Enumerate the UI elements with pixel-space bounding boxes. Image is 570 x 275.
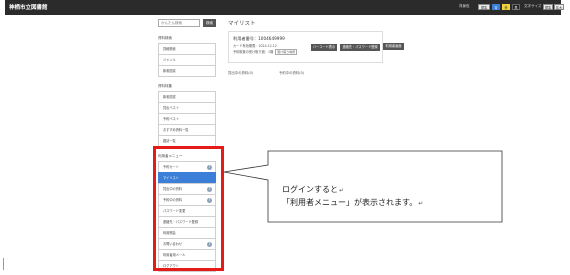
- callout-text: ログインすると↵ 「利用者メニュー」が表示されます。↵: [282, 184, 423, 210]
- return-mark-icon: ↵: [418, 200, 424, 207]
- callout-line-2: 「利用者メニュー」が表示されます。↵: [282, 198, 424, 207]
- callout-line-1: ログインすると↵: [282, 185, 345, 194]
- callout-bubble: [223, 150, 503, 223]
- divider: [3, 258, 4, 270]
- return-mark-icon: ↵: [339, 187, 345, 194]
